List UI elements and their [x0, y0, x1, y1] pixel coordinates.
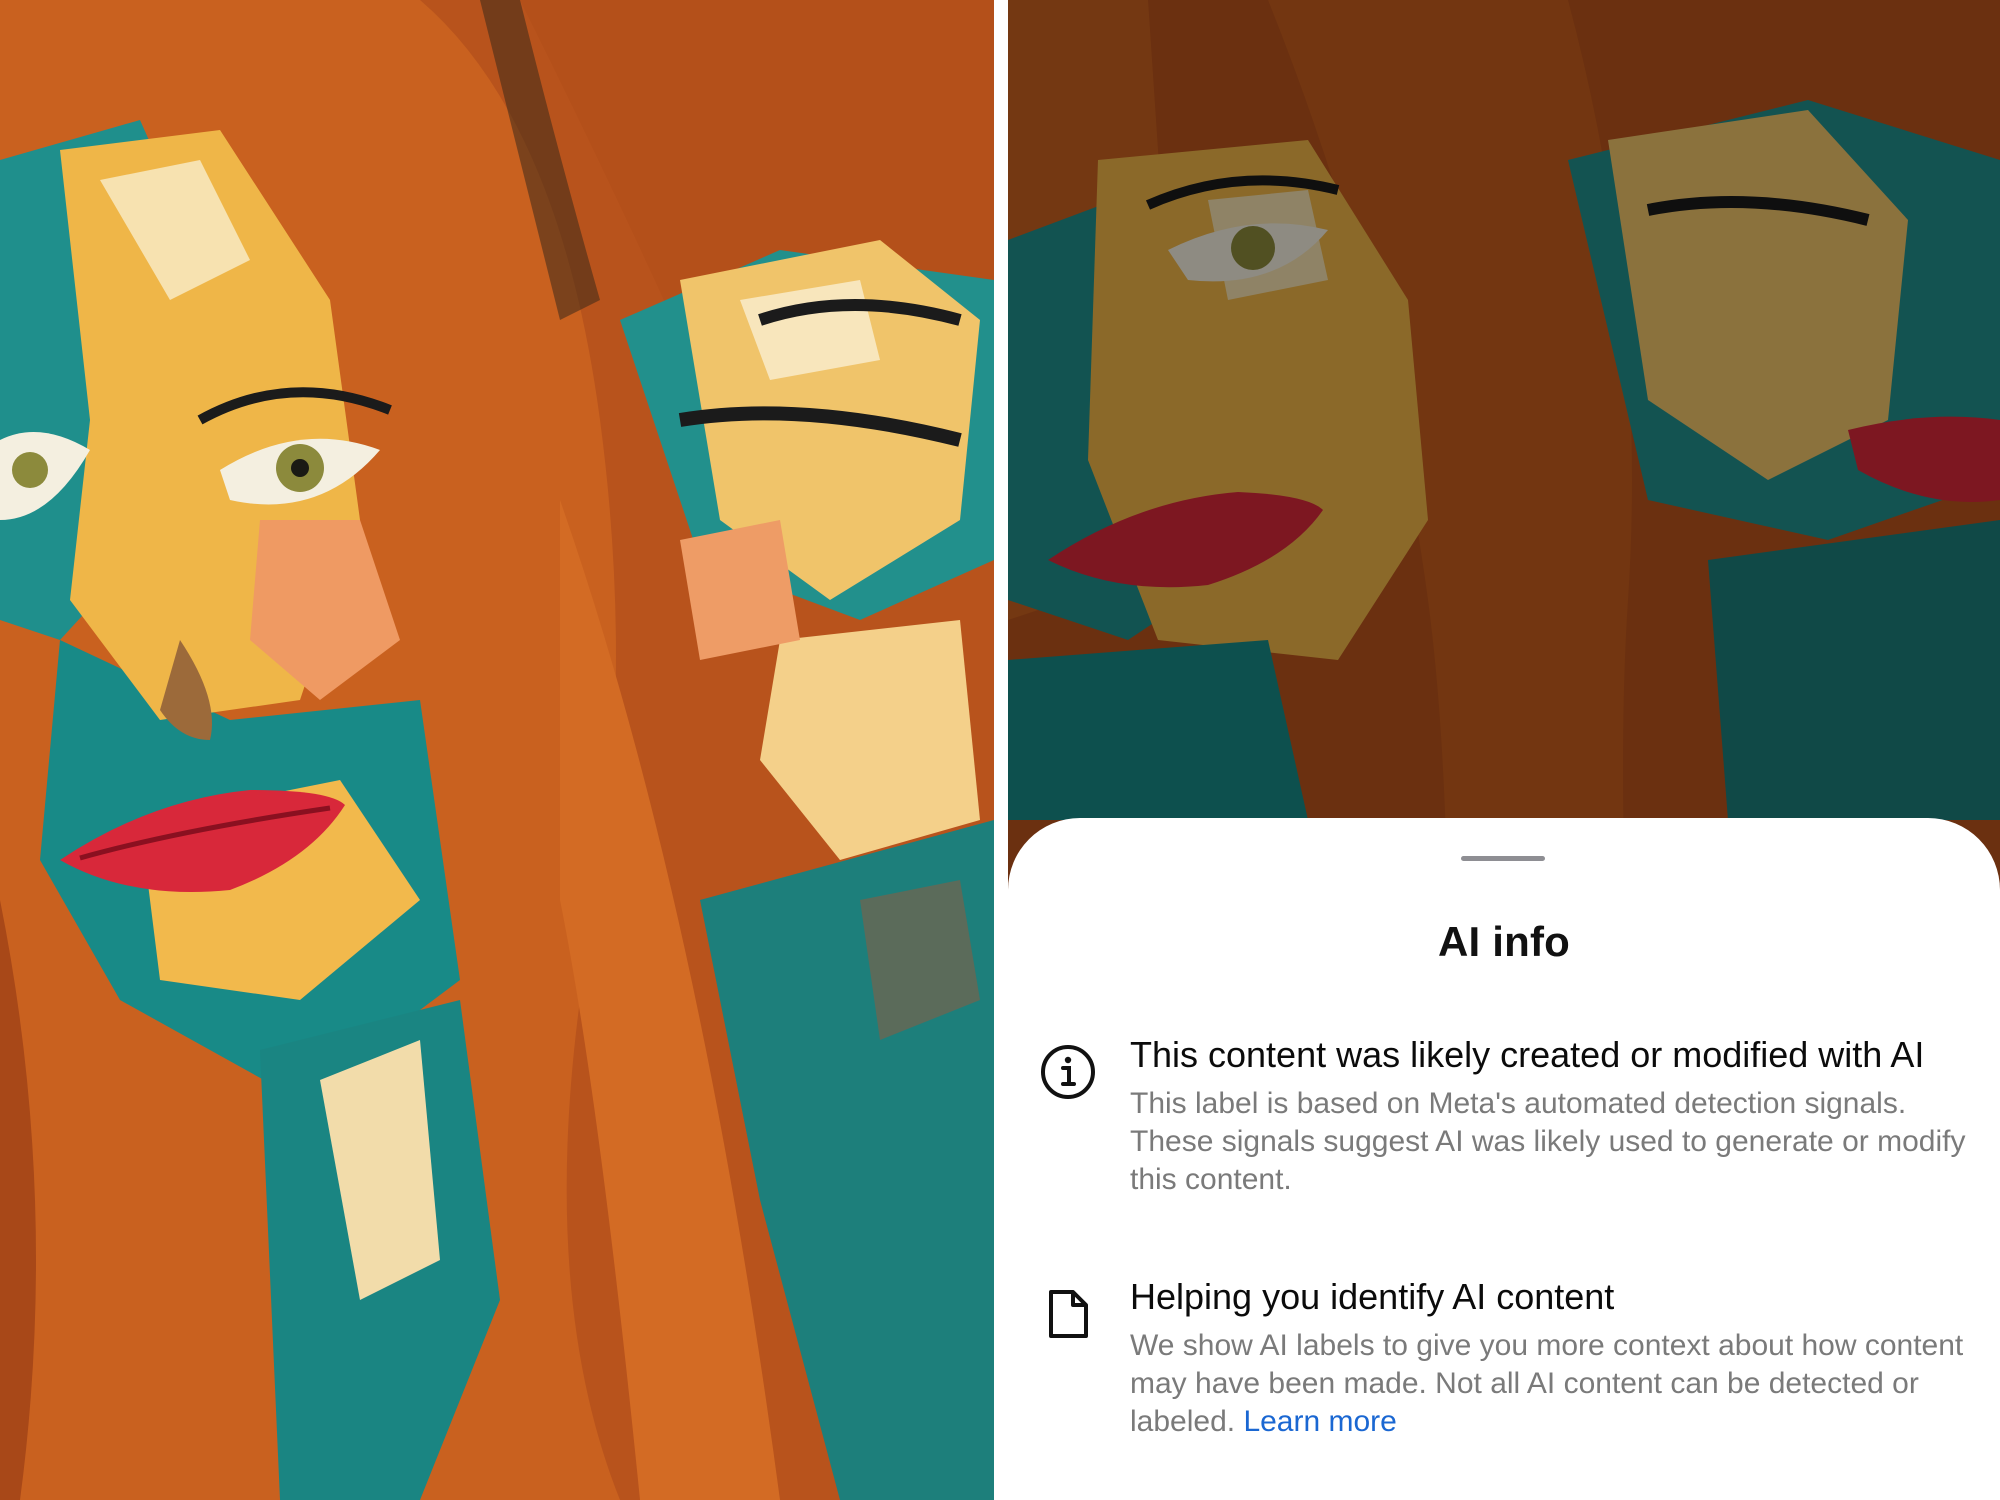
painting-image: [0, 0, 994, 1500]
original-painting-panel: [0, 0, 994, 1500]
ai-likely-description: This label is based on Meta's automated …: [1130, 1087, 1966, 1196]
identify-ai-heading: Helping you identify AI content: [1130, 1276, 1615, 1317]
identify-ai-text: Helping you identify AI content We show …: [1130, 1274, 1980, 1441]
sheet-grabber-handle[interactable]: [1461, 856, 1545, 861]
info-icon: [1041, 1045, 1095, 1099]
learn-more-link[interactable]: Learn more: [1243, 1405, 1396, 1438]
ai-likely-text: This content was likely created or modif…: [1130, 1032, 1980, 1199]
ai-info-sheet: AI info This content was likely created …: [1008, 818, 2000, 1500]
identify-ai-description-wrapper: We show AI labels to give you more conte…: [1130, 1327, 1980, 1441]
sheet-title: AI info: [1437, 918, 1571, 965]
document-icon: [1049, 1290, 1088, 1338]
app-screenshot-panel: AI info This content was likely created …: [1008, 0, 2000, 1500]
panel-divider: [994, 0, 1008, 1500]
comparison-screenshot: AI info This content was likely created …: [0, 0, 2000, 1500]
ai-likely-heading: This content was likely created or modif…: [1130, 1034, 1925, 1075]
